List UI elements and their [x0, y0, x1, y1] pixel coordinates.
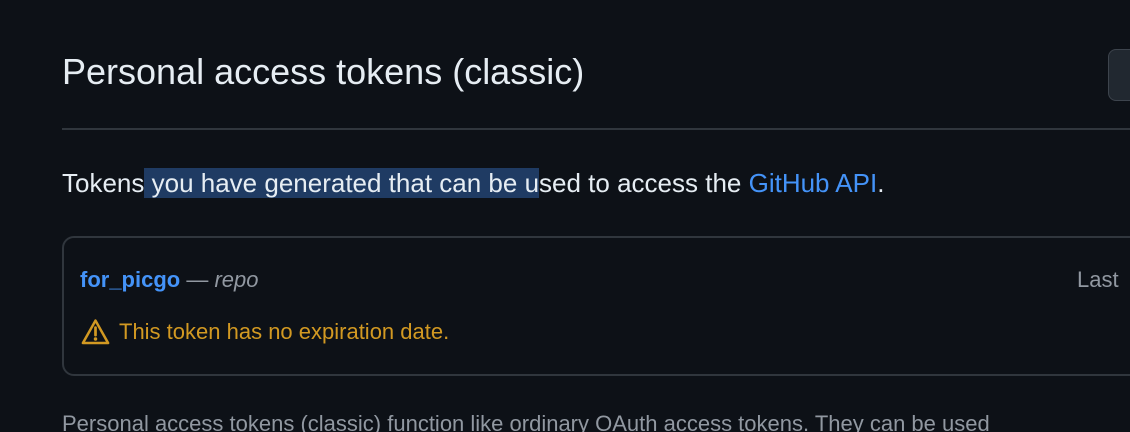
token-description: Tokens you have generated that can be us…: [62, 163, 884, 203]
alert-icon: [81, 319, 110, 345]
description-suffix: .: [877, 168, 885, 198]
token-title-row: for_picgo — repo: [80, 264, 259, 296]
generate-token-button[interactable]: [1108, 49, 1130, 101]
description-prefix: Tokens: [62, 168, 145, 198]
selected-description-text: you have generated that can be u: [144, 168, 540, 198]
section-divider: [62, 128, 1130, 130]
description-middle: sed to access the: [539, 168, 749, 198]
expiration-warning: This token has no expiration date.: [80, 314, 449, 350]
token-information-text: Personal access tokens (classic) functio…: [62, 411, 990, 432]
page-title: Personal access tokens (classic): [62, 51, 585, 92]
github-api-link[interactable]: GitHub API: [749, 168, 878, 198]
warning-text: This token has no expiration date.: [119, 319, 450, 344]
token-settings-page: Personal access tokens (classic) Tokens …: [0, 0, 1130, 432]
token-name-link[interactable]: for_picgo: [80, 267, 180, 292]
token-separator: —: [180, 267, 215, 292]
token-list-item: [62, 236, 1130, 376]
token-scope: repo: [214, 267, 259, 292]
token-last-used: Last: [1077, 267, 1119, 292]
